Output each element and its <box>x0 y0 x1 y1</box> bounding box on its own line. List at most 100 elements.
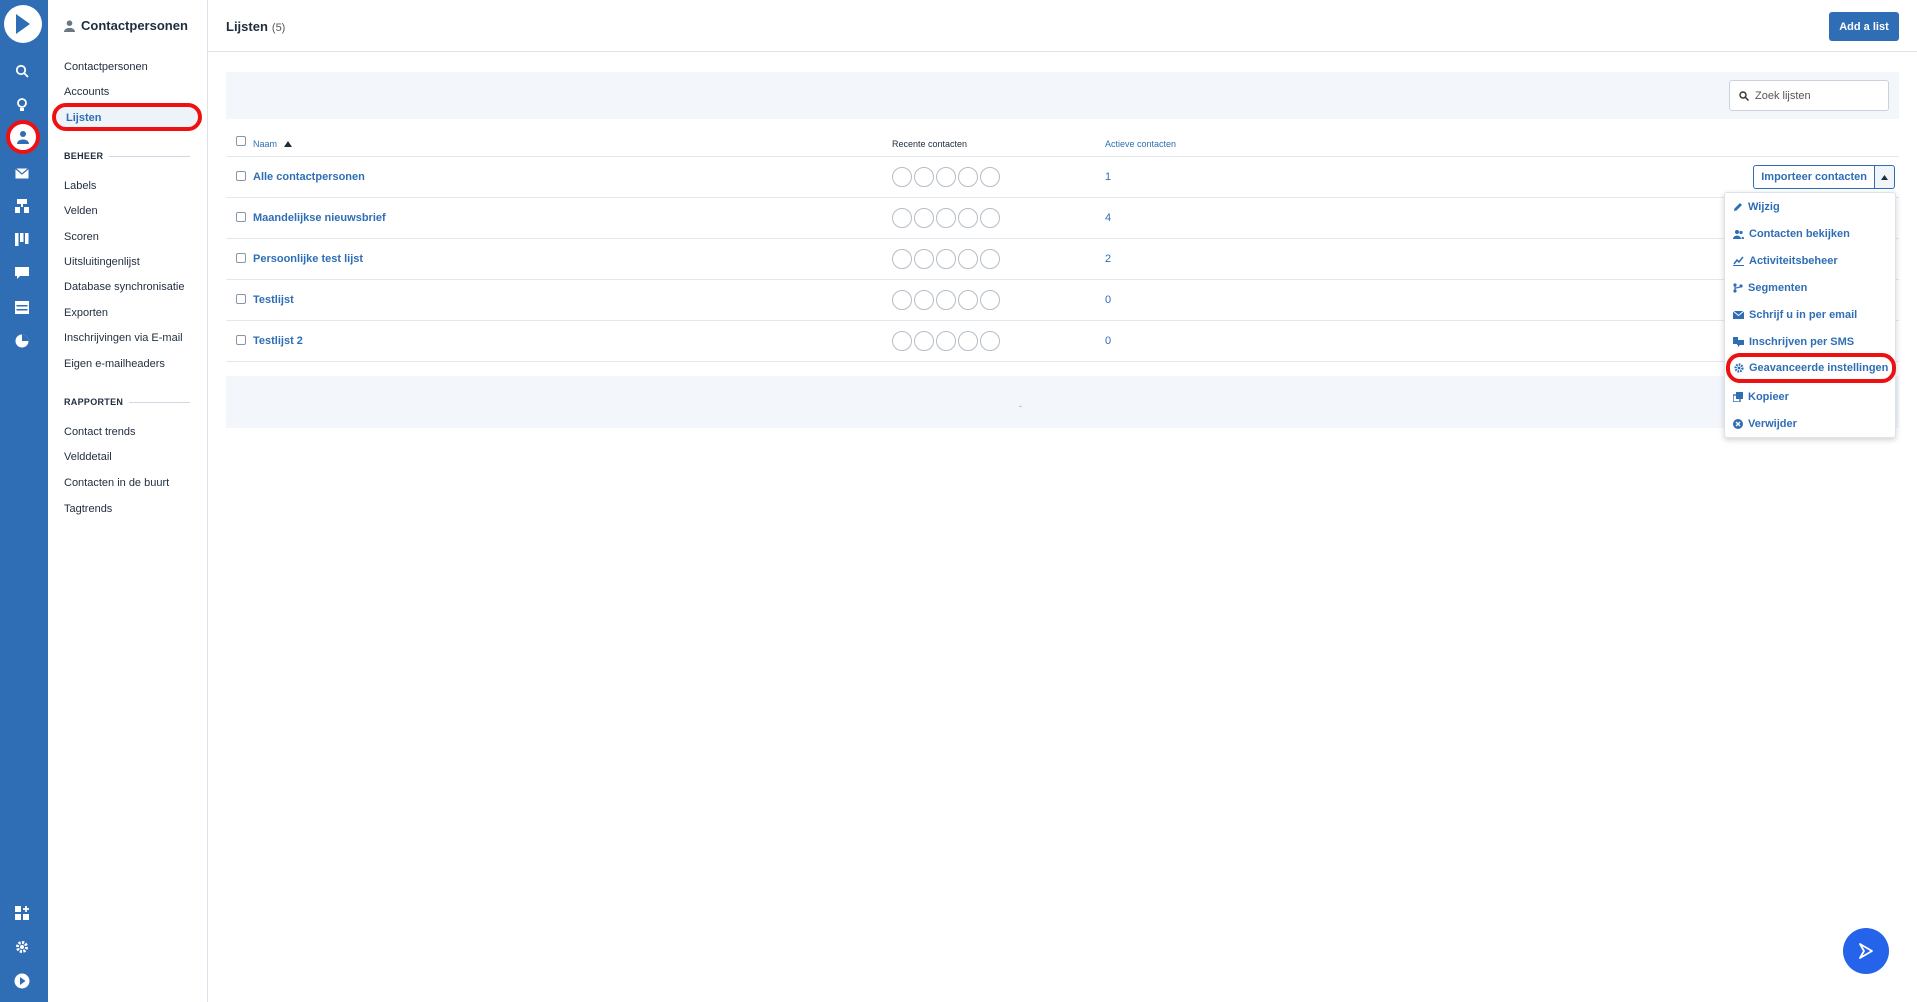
sidebar-item-exporten[interactable]: Exporten <box>64 307 108 319</box>
section-title: Contactpersonen <box>64 18 188 33</box>
column-recent-header: Recente contacten <box>892 139 968 149</box>
list-name-link[interactable]: Testlijst 2 <box>253 335 303 347</box>
row-checkbox[interactable] <box>236 253 246 263</box>
row-checkbox[interactable] <box>236 171 246 181</box>
menu-item-verwijder[interactable]: Verwijder <box>1733 414 1797 434</box>
settings-gear-icon[interactable] <box>9 934 35 960</box>
chart-line-icon <box>1733 256 1744 266</box>
account-play-icon[interactable] <box>9 968 35 994</box>
sms-icon <box>1733 337 1744 347</box>
list-name-link[interactable]: Maandelijkse nieuwsbrief <box>253 212 386 224</box>
sidebar-item-labels[interactable]: Labels <box>64 180 96 192</box>
recent-contacts-avatars <box>892 249 1000 269</box>
menu-item-contacten-bekijken[interactable]: Contacten bekijken <box>1733 224 1850 244</box>
import-contacts-button[interactable]: Importeer contacten <box>1753 165 1875 189</box>
recent-contacts-avatars <box>892 331 1000 351</box>
search-box[interactable] <box>1729 80 1889 111</box>
sidebar-item-velddetail[interactable]: Velddetail <box>64 451 112 463</box>
list-actions-menu: Wijzig Contacten bekijken Activiteitsbeh… <box>1724 192 1896 438</box>
table-row: Testlijst 0 <box>226 280 1899 321</box>
active-count-link[interactable]: 2 <box>1105 253 1111 265</box>
select-all-checkbox[interactable] <box>236 136 246 146</box>
table-row: Persoonlijke test lijst 2 <box>226 239 1899 280</box>
send-chevron-icon <box>1859 943 1873 959</box>
active-count-link[interactable]: 1 <box>1105 171 1111 183</box>
menu-item-schrijf-email[interactable]: Schrijf u in per email <box>1733 305 1857 325</box>
list-name-link[interactable]: Alle contactpersonen <box>253 171 365 183</box>
column-active-header[interactable]: Actieve contacten <box>1105 139 1176 149</box>
assistant-fab-button[interactable] <box>1843 928 1889 974</box>
app-rail <box>0 0 48 1002</box>
sidebar-item-velden[interactable]: Velden <box>64 205 98 217</box>
filter-bar <box>226 72 1899 119</box>
active-count-link[interactable]: 0 <box>1105 335 1111 347</box>
apps-icon[interactable] <box>9 900 35 926</box>
menu-item-inschrijven-sms[interactable]: Inschrijven per SMS <box>1733 332 1854 352</box>
search-icon[interactable] <box>9 58 35 84</box>
sidebar-item-contacten-buurt[interactable]: Contacten in de buurt <box>64 477 169 489</box>
menu-item-wijzig[interactable]: Wijzig <box>1733 197 1780 217</box>
automation-icon[interactable] <box>9 193 35 219</box>
delete-circle-icon <box>1733 419 1743 429</box>
list-name-link[interactable]: Testlijst <box>253 294 294 306</box>
table-footer: - <box>226 376 1899 428</box>
gear-icon <box>1734 363 1744 373</box>
envelope-icon <box>1733 311 1744 319</box>
table-row: Maandelijkse nieuwsbrief 4 <box>226 198 1899 239</box>
list-name-link[interactable]: Persoonlijke test lijst <box>253 253 363 265</box>
reports-icon[interactable] <box>9 328 35 354</box>
users-icon <box>1733 230 1744 239</box>
add-list-button[interactable]: Add a list <box>1829 12 1899 41</box>
sidebar-item-uitsluitingenlijst[interactable]: Uitsluitingenlijst <box>64 256 140 268</box>
sidebar-item-inschrijvingen[interactable]: Inschrijvingen via E-mail <box>64 332 183 344</box>
search-input[interactable] <box>1755 89 1875 102</box>
conversations-icon[interactable] <box>9 260 35 286</box>
pagination-placeholder: - <box>1019 401 1022 411</box>
menu-item-kopieer[interactable]: Kopieer <box>1733 387 1789 407</box>
list-count: (5) <box>271 22 286 34</box>
page-header: Lijsten (5) Add a list <box>208 0 1917 52</box>
menu-item-segmenten[interactable]: Segmenten <box>1733 278 1807 298</box>
beheer-heading: BEHEER <box>64 151 190 161</box>
column-name-header[interactable]: Naam <box>253 139 292 149</box>
pipeline-icon[interactable] <box>9 226 35 252</box>
section-sidebar: Contactpersonen Contactpersonen Accounts… <box>48 0 208 1002</box>
sidebar-item-mailheaders[interactable]: Eigen e-mailheaders <box>64 358 165 370</box>
sidebar-item-tagtrends[interactable]: Tagtrends <box>64 503 112 515</box>
menu-item-activiteitsbeheer[interactable]: Activiteitsbeheer <box>1733 251 1838 271</box>
copy-icon <box>1733 392 1743 402</box>
sidebar-item-contactpersonen[interactable]: Contactpersonen <box>64 61 148 73</box>
import-button-group: Importeer contacten <box>1753 165 1895 189</box>
search-icon <box>1739 90 1749 101</box>
mail-icon[interactable] <box>9 160 35 186</box>
table-row: Alle contactpersonen 1 Importeer contact… <box>226 157 1899 198</box>
app-logo[interactable] <box>4 5 42 43</box>
person-icon <box>64 19 75 32</box>
lightbulb-icon[interactable] <box>9 92 35 118</box>
sidebar-item-lijsten[interactable]: Lijsten <box>52 103 202 131</box>
rapporten-heading: RAPPORTEN <box>64 397 190 407</box>
row-checkbox[interactable] <box>236 212 246 222</box>
pencil-icon <box>1734 203 1742 211</box>
website-icon[interactable] <box>9 294 35 320</box>
menu-item-geavanceerde-instellingen[interactable]: Geavanceerde instellingen <box>1726 353 1896 383</box>
contacts-icon[interactable] <box>6 120 40 154</box>
row-checkbox[interactable] <box>236 335 246 345</box>
dropdown-toggle-button[interactable] <box>1875 165 1895 189</box>
table-row: Testlijst 2 0 <box>226 321 1899 362</box>
caret-up-icon <box>1881 174 1888 180</box>
logo-arrow-icon <box>16 14 30 34</box>
recent-contacts-avatars <box>892 208 1000 228</box>
active-count-link[interactable]: 0 <box>1105 294 1111 306</box>
page-title: Lijsten (5) <box>226 19 286 34</box>
sidebar-item-scoren[interactable]: Scoren <box>64 231 99 243</box>
row-checkbox[interactable] <box>236 294 246 304</box>
recent-contacts-avatars <box>892 167 1000 187</box>
sort-asc-icon <box>283 141 292 147</box>
sidebar-item-accounts[interactable]: Accounts <box>64 86 109 98</box>
active-count-link[interactable]: 4 <box>1105 212 1111 224</box>
table-header: Naam Recente contacten Actieve contacten <box>226 131 1899 157</box>
sidebar-item-database-sync[interactable]: Database synchronisatie <box>64 281 184 293</box>
recent-contacts-avatars <box>892 290 1000 310</box>
sidebar-item-contact-trends[interactable]: Contact trends <box>64 426 136 438</box>
